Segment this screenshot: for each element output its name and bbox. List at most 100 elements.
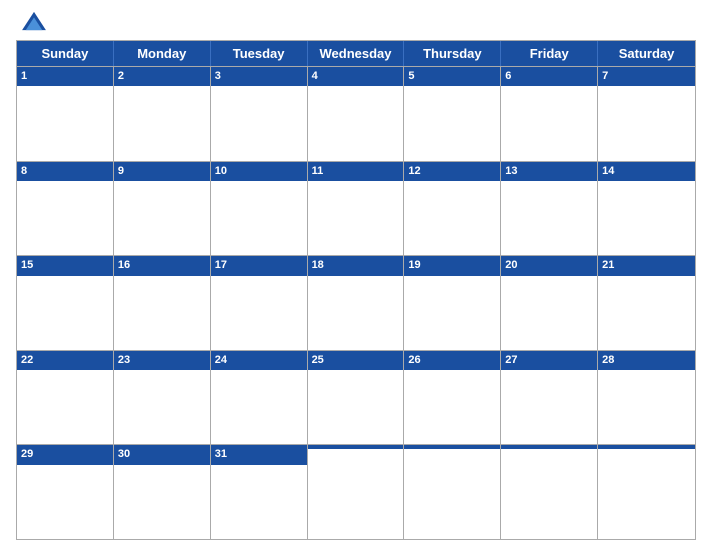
day-cell-2: 2: [114, 67, 211, 161]
day-cell-9: 9: [114, 162, 211, 256]
header-tuesday: Tuesday: [211, 41, 308, 66]
cell-content: [308, 86, 404, 160]
day-number-24: 24: [211, 351, 307, 370]
cell-content: [114, 181, 210, 255]
cell-content: [17, 86, 113, 160]
day-cell-10: 10: [211, 162, 308, 256]
cell-content: [308, 370, 404, 444]
day-cell-28: 28: [598, 351, 695, 445]
day-cell-19: 19: [404, 256, 501, 350]
cell-content: [308, 276, 404, 350]
day-cell-20: 20: [501, 256, 598, 350]
day-number-10: 10: [211, 162, 307, 181]
day-cell-31: 31: [211, 445, 308, 539]
day-number-17: 17: [211, 256, 307, 275]
week-row-5: 293031: [17, 444, 695, 539]
day-cell-empty-4-3: [308, 445, 405, 539]
day-cell-15: 15: [17, 256, 114, 350]
day-number-28: 28: [598, 351, 695, 370]
day-number-12: 12: [404, 162, 500, 181]
day-number-16: 16: [114, 256, 210, 275]
cell-content: [501, 449, 597, 539]
day-cell-13: 13: [501, 162, 598, 256]
day-number-31: 31: [211, 445, 307, 464]
cell-content: [501, 276, 597, 350]
day-cell-12: 12: [404, 162, 501, 256]
day-number-8: 8: [17, 162, 113, 181]
day-cell-30: 30: [114, 445, 211, 539]
week-row-1: 1234567: [17, 66, 695, 161]
calendar-header-row: Sunday Monday Tuesday Wednesday Thursday…: [17, 41, 695, 66]
day-number-30: 30: [114, 445, 210, 464]
cell-content: [114, 276, 210, 350]
day-number-18: 18: [308, 256, 404, 275]
day-cell-11: 11: [308, 162, 405, 256]
day-number-25: 25: [308, 351, 404, 370]
cell-content: [211, 276, 307, 350]
day-cell-27: 27: [501, 351, 598, 445]
cell-content: [598, 181, 695, 255]
header-wednesday: Wednesday: [308, 41, 405, 66]
week-row-4: 22232425262728: [17, 350, 695, 445]
day-cell-22: 22: [17, 351, 114, 445]
day-number-21: 21: [598, 256, 695, 275]
cell-content: [598, 86, 695, 160]
cell-content: [501, 86, 597, 160]
day-number-6: 6: [501, 67, 597, 86]
cell-content: [17, 370, 113, 444]
logo-icon: [20, 10, 48, 32]
day-cell-1: 1: [17, 67, 114, 161]
header-friday: Friday: [501, 41, 598, 66]
day-cell-8: 8: [17, 162, 114, 256]
day-cell-18: 18: [308, 256, 405, 350]
day-number-7: 7: [598, 67, 695, 86]
week-row-3: 15161718192021: [17, 255, 695, 350]
cell-content: [211, 181, 307, 255]
header-saturday: Saturday: [598, 41, 695, 66]
cell-content: [501, 370, 597, 444]
day-number-13: 13: [501, 162, 597, 181]
cell-content: [114, 370, 210, 444]
day-number-11: 11: [308, 162, 404, 181]
day-cell-21: 21: [598, 256, 695, 350]
day-number-20: 20: [501, 256, 597, 275]
day-number-19: 19: [404, 256, 500, 275]
day-cell-7: 7: [598, 67, 695, 161]
header-monday: Monday: [114, 41, 211, 66]
day-number-2: 2: [114, 67, 210, 86]
cell-content: [501, 181, 597, 255]
cell-content: [17, 276, 113, 350]
cell-content: [404, 86, 500, 160]
logo: [20, 10, 110, 34]
cell-content: [211, 465, 307, 539]
cell-content: [404, 449, 500, 539]
cell-content: [404, 181, 500, 255]
calendar: Sunday Monday Tuesday Wednesday Thursday…: [16, 40, 696, 540]
cell-content: [308, 181, 404, 255]
day-number-29: 29: [17, 445, 113, 464]
cell-content: [114, 465, 210, 539]
day-cell-29: 29: [17, 445, 114, 539]
day-number-3: 3: [211, 67, 307, 86]
cell-content: [404, 370, 500, 444]
cell-content: [17, 465, 113, 539]
cell-content: [404, 276, 500, 350]
day-cell-17: 17: [211, 256, 308, 350]
day-number-15: 15: [17, 256, 113, 275]
day-cell-14: 14: [598, 162, 695, 256]
day-cell-24: 24: [211, 351, 308, 445]
day-cell-empty-4-5: [501, 445, 598, 539]
cell-content: [114, 86, 210, 160]
header: [16, 10, 696, 34]
week-row-2: 891011121314: [17, 161, 695, 256]
day-cell-26: 26: [404, 351, 501, 445]
day-cell-empty-4-4: [404, 445, 501, 539]
calendar-body: 1234567891011121314151617181920212223242…: [17, 66, 695, 539]
day-cell-empty-4-6: [598, 445, 695, 539]
cell-content: [598, 449, 695, 539]
day-cell-5: 5: [404, 67, 501, 161]
day-cell-25: 25: [308, 351, 405, 445]
day-number-9: 9: [114, 162, 210, 181]
day-number-4: 4: [308, 67, 404, 86]
calendar-page: Sunday Monday Tuesday Wednesday Thursday…: [0, 0, 712, 550]
